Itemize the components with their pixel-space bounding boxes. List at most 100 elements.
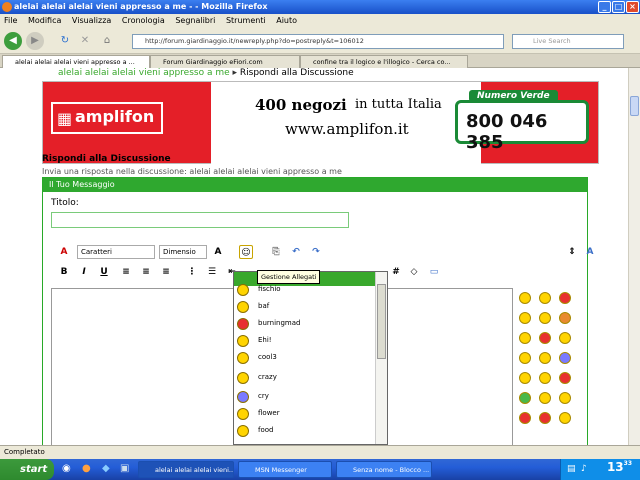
smilie-panel [513,292,573,424]
smilie-option[interactable]: cool3 [236,349,374,366]
smilie-icon[interactable] [539,332,551,344]
size-select[interactable]: Dimensio [159,245,207,259]
breadcrumb-current: Rispondi alla Discussione [239,68,354,78]
smilie-option[interactable]: burningmad [236,315,374,332]
smilie-icon[interactable] [539,412,551,424]
search-input[interactable]: Live Search [512,34,624,49]
remove-format-icon[interactable]: A [57,245,71,259]
advert-banner[interactable]: ▦ amplifon 400 negozi in tutta Italia ww… [42,81,599,165]
status-text: Completato [4,448,45,456]
stop-icon[interactable]: ✕ [76,32,94,50]
tab-search[interactable]: confine tra il logico e l'illogico - Cer… [300,55,468,68]
php-icon[interactable]: ▭ [427,265,441,279]
ordered-list-icon[interactable]: ⋮ [185,265,199,279]
menu-segnalibri[interactable]: Segnalibri [175,16,215,25]
smilie-icon[interactable] [539,292,551,304]
page-scrollbar[interactable] [628,68,640,445]
address-bar[interactable]: http://forum.giardinaggio.it/newreply.ph… [132,34,504,49]
menu-modifica[interactable]: Modifica [28,16,61,25]
menu-strumenti[interactable]: Strumenti [226,16,266,25]
smilie-icon[interactable] [539,352,551,364]
page-scroll-thumb[interactable] [630,96,639,116]
message-box-header: Il Tuo Messaggio [43,178,587,192]
smilie-option[interactable]: Ehi! [236,332,374,349]
bold-icon[interactable]: B [57,265,71,279]
phone-number: 800 046 385 [466,111,548,153]
tab-reply[interactable]: alelai alelai alelai vieni appresso a ..… [2,55,150,68]
smilie-icon[interactable] [559,332,571,344]
logo-icon: ▦ [57,109,73,128]
smilie-icon[interactable] [559,352,571,364]
clock[interactable]: 1333 [607,460,632,474]
back-icon[interactable]: ◀ [4,32,22,50]
align-center-icon[interactable]: ≡ [139,265,153,279]
font-color-icon[interactable]: A [211,245,225,259]
smilie-option[interactable]: crazy [236,369,374,386]
smilie-icon[interactable] [519,292,531,304]
smilie-icon[interactable] [539,312,551,324]
forward-icon[interactable]: ▶ [26,32,44,50]
menu-file[interactable]: File [4,16,17,25]
smilie-dropdown: fischio baf burningmad Ehi! cool3 crazy … [233,271,388,445]
attachment-icon[interactable]: ⎘ [269,245,283,259]
smilie-icon[interactable] [539,372,551,384]
underline-icon[interactable]: U [97,265,111,279]
smilie-icon[interactable] [519,352,531,364]
smilie-icon[interactable] [559,412,571,424]
maximize-button[interactable]: □ [612,1,625,13]
close-button[interactable]: × [626,1,639,13]
smilie-icon[interactable] [559,372,571,384]
smilie-icon[interactable] [539,392,551,404]
explorer-quicklaunch-icon[interactable]: ▣ [120,463,129,474]
reload-icon[interactable]: ↻ [56,32,74,50]
breadcrumb-link[interactable]: alelai alelai alelai vieni appresso a me [58,68,230,78]
smilie-icon[interactable] [559,292,571,304]
resize-icon[interactable]: ⇕ [565,245,579,259]
menu-aiuto[interactable]: Aiuto [276,16,297,25]
task-msn[interactable]: MSN Messenger [238,461,332,478]
brand-logo: ▦ amplifon [51,102,163,134]
dropdown-scroll-thumb[interactable] [377,284,386,359]
undo-icon[interactable]: ↶ [289,245,303,259]
start-button[interactable]: start [0,459,54,480]
font-select[interactable]: Caratteri [77,245,155,259]
smilie-icon[interactable] [559,392,571,404]
redo-icon[interactable]: ↷ [309,245,323,259]
volume-icon[interactable]: ♪ [581,464,587,474]
smilie-option[interactable]: flower [236,405,374,422]
smilie-icon[interactable] [559,312,571,324]
home-icon[interactable]: ⌂ [98,32,116,50]
menu-visualizza[interactable]: Visualizza [72,16,111,25]
font-select-value: Caratteri [81,248,112,256]
smilie-option[interactable]: cry [236,388,374,405]
minimize-button[interactable]: _ [598,1,611,13]
smilie-menu-icon[interactable]: ☺ [239,245,253,259]
tab-forum[interactable]: Forum Giardinaggio eFiori.com [150,55,300,68]
ad-text-panel: 400 negozi in tutta Italia www.amplifon.… [211,82,481,165]
smilie-icon[interactable] [519,372,531,384]
quicklaunch-icon[interactable]: ◉ [62,463,71,474]
task-firefox[interactable]: alelai alelai alelai vieni... [138,461,234,478]
task-notepad[interactable]: Senza nome - Blocco ... [336,461,432,478]
hash-icon[interactable]: # [389,265,403,279]
navigation-toolbar: ◀ ▶ ↻ ✕ ⌂ http://forum.giardinaggio.it/n… [0,28,640,54]
code-icon[interactable]: ◇ [407,265,421,279]
unordered-list-icon[interactable]: ☰ [205,265,219,279]
smilie-option[interactable]: baf [236,298,374,315]
messenger-quicklaunch-icon[interactable]: ◆ [102,463,110,474]
smilie-icon[interactable] [519,332,531,344]
align-right-icon[interactable]: ≡ [159,265,173,279]
firefox-quicklaunch-icon[interactable]: ● [82,463,91,474]
smilie-icon[interactable] [519,412,531,424]
size-select-value: Dimensio [163,248,196,256]
tray-icon[interactable]: ▤ [567,464,576,474]
title-input[interactable] [51,212,349,228]
smilie-option[interactable]: food [236,422,374,439]
switch-mode-icon[interactable]: A [583,245,597,259]
smilie-icon[interactable] [519,312,531,324]
smilie-icon[interactable] [519,392,531,404]
dropdown-scrollbar[interactable] [375,272,387,444]
menu-cronologia[interactable]: Cronologia [122,16,165,25]
align-left-icon[interactable]: ≡ [119,265,133,279]
italic-icon[interactable]: I [77,265,91,279]
